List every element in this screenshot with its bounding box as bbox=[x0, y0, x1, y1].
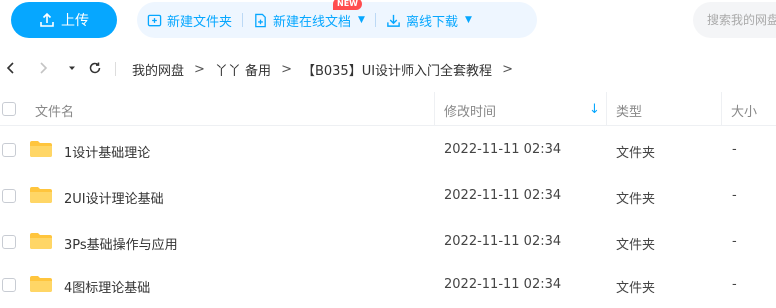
refresh-icon bbox=[89, 62, 101, 74]
row-checkbox[interactable] bbox=[2, 143, 16, 157]
history-dropdown[interactable] bbox=[65, 61, 79, 75]
column-header-name[interactable]: 文件名 bbox=[35, 101, 74, 120]
sort-descending-icon[interactable]: ↓ bbox=[589, 102, 600, 117]
offline-download-label: 离线下载 bbox=[405, 14, 458, 30]
table-row[interactable]: 1设计基础理论 2022-11-11 02:34 文件夹 - bbox=[0, 127, 776, 173]
table-row[interactable]: 3Ps基础操作与应用 2022-11-11 02:34 文件夹 - bbox=[0, 219, 776, 265]
new-folder-label: 新建文件夹 bbox=[167, 14, 233, 30]
file-size: - bbox=[732, 188, 737, 203]
modified-time: 2022-11-11 02:34 bbox=[444, 234, 562, 249]
upload-label: 上传 bbox=[61, 13, 89, 29]
new-folder-button[interactable]: 新建文件夹 bbox=[137, 2, 242, 38]
breadcrumb-separator: > bbox=[281, 62, 292, 77]
breadcrumb-separator: > bbox=[194, 62, 205, 77]
toolbar: 上传 新建文件夹 新建在线文档 ▼ NEW 离线下载 ▼ bbox=[0, 0, 776, 44]
folder-icon bbox=[30, 276, 52, 292]
column-divider bbox=[434, 92, 435, 126]
forward-button[interactable] bbox=[36, 61, 50, 75]
upload-button[interactable]: 上传 bbox=[11, 2, 117, 38]
upload-icon bbox=[40, 12, 54, 27]
file-size: - bbox=[732, 277, 737, 292]
chevron-down-icon: ▼ bbox=[358, 15, 365, 25]
breadcrumb-item-current[interactable]: 【B035】UI设计师入门全套教程 bbox=[302, 60, 492, 79]
file-type: 文件夹 bbox=[616, 281, 656, 296]
file-size: - bbox=[732, 142, 737, 157]
nav-divider bbox=[115, 62, 116, 76]
new-document-icon bbox=[255, 13, 266, 27]
download-icon bbox=[387, 14, 400, 27]
folder-icon bbox=[30, 141, 52, 157]
modified-time: 2022-11-11 02:34 bbox=[444, 142, 562, 157]
back-button[interactable] bbox=[4, 61, 18, 75]
file-type: 文件夹 bbox=[616, 238, 656, 253]
file-name[interactable]: 2UI设计理论基础 bbox=[64, 188, 164, 207]
file-type: 文件夹 bbox=[616, 146, 656, 161]
chevron-down-icon: ▼ bbox=[464, 15, 472, 25]
breadcrumb: 我的网盘 > 丫丫 备用 > 【B035】UI设计师入门全套教程 > bbox=[132, 60, 523, 79]
file-size: - bbox=[732, 234, 737, 249]
offline-download-button[interactable]: 离线下载 ▼ bbox=[376, 2, 482, 38]
chevron-right-icon bbox=[40, 62, 48, 74]
select-all-checkbox[interactable] bbox=[2, 102, 16, 116]
table-header: 文件名 修改时间 ↓ 类型 大小 bbox=[0, 92, 776, 126]
row-checkbox[interactable] bbox=[2, 189, 16, 203]
table-row[interactable]: 4图标理论基础 2022-11-11 02:34 文件夹 - bbox=[0, 262, 776, 308]
column-header-type[interactable]: 类型 bbox=[616, 101, 642, 120]
table-row[interactable]: 2UI设计理论基础 2022-11-11 02:34 文件夹 - bbox=[0, 173, 776, 219]
folder-icon bbox=[30, 233, 52, 249]
new-online-doc-label: 新建在线文档 bbox=[273, 14, 352, 30]
refresh-button[interactable] bbox=[88, 61, 102, 75]
breadcrumb-item-root[interactable]: 我的网盘 bbox=[132, 60, 184, 79]
file-name[interactable]: 4图标理论基础 bbox=[64, 277, 150, 296]
new-online-doc-button[interactable]: 新建在线文档 ▼ NEW bbox=[243, 0, 375, 38]
column-header-modified[interactable]: 修改时间 bbox=[444, 101, 496, 120]
row-checkbox[interactable] bbox=[2, 235, 16, 249]
navigation-bar: 我的网盘 > 丫丫 备用 > 【B035】UI设计师入门全套教程 > bbox=[0, 52, 776, 86]
caret-down-icon bbox=[69, 66, 75, 70]
file-name[interactable]: 3Ps基础操作与应用 bbox=[64, 234, 178, 253]
breadcrumb-separator: > bbox=[502, 62, 513, 77]
column-header-size[interactable]: 大小 bbox=[731, 101, 757, 120]
new-folder-icon bbox=[147, 14, 162, 26]
file-name[interactable]: 1设计基础理论 bbox=[64, 142, 150, 161]
column-divider bbox=[606, 92, 607, 126]
modified-time: 2022-11-11 02:34 bbox=[444, 188, 562, 203]
chevron-left-icon bbox=[6, 62, 14, 74]
action-group: 新建文件夹 新建在线文档 ▼ NEW 离线下载 ▼ bbox=[137, 0, 537, 38]
row-checkbox[interactable] bbox=[2, 278, 16, 292]
folder-icon bbox=[30, 187, 52, 203]
new-badge: NEW bbox=[333, 0, 362, 10]
modified-time: 2022-11-11 02:34 bbox=[444, 277, 562, 292]
search-input[interactable] bbox=[693, 2, 776, 38]
breadcrumb-item-backup[interactable]: 丫丫 备用 bbox=[215, 60, 271, 79]
column-divider bbox=[721, 92, 722, 126]
file-type: 文件夹 bbox=[616, 192, 656, 207]
